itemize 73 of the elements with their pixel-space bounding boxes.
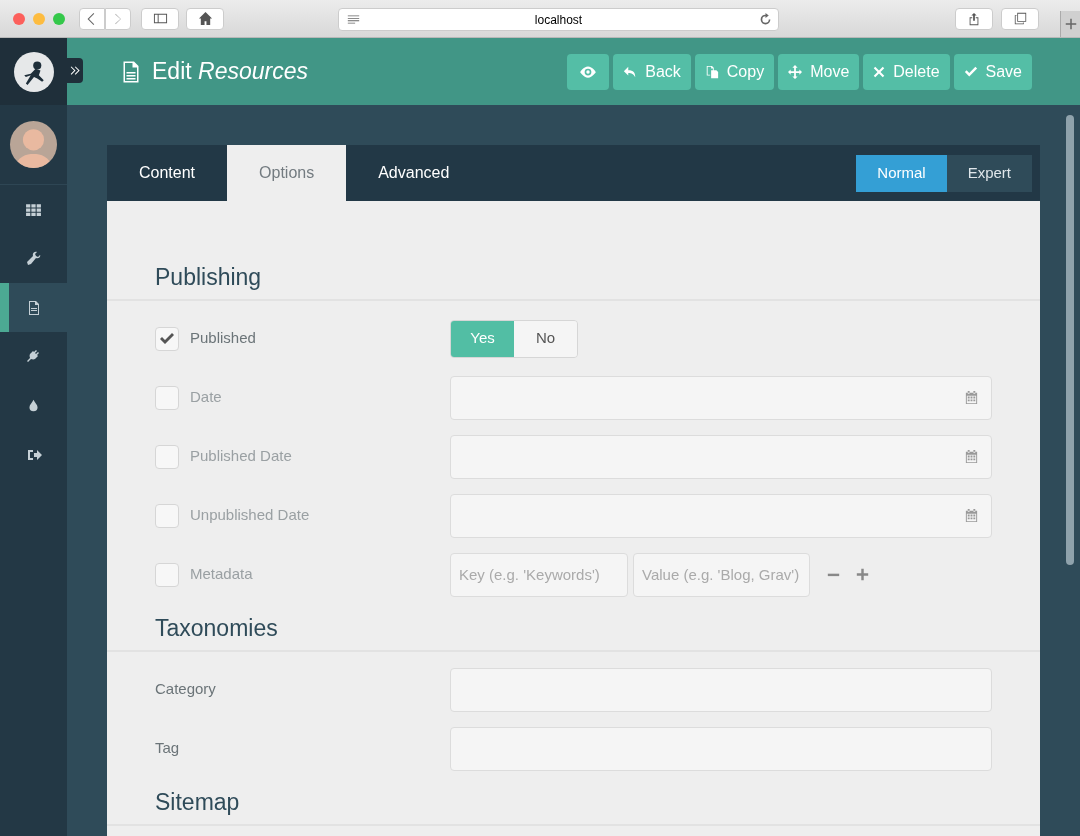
address-bar[interactable]: localhost <box>338 8 779 31</box>
text-field[interactable] <box>450 667 992 712</box>
field-label: Tag <box>155 738 180 759</box>
value-field[interactable]: Value (e.g. 'Blog, Grav') <box>633 552 810 597</box>
calendar-icon <box>964 508 979 523</box>
section-heading: Sitemap <box>107 778 1040 826</box>
expand-sidebar-button[interactable] <box>67 58 83 83</box>
checkmark-icon <box>963 64 978 79</box>
tabs-icon <box>1013 12 1027 25</box>
sidebar-toggle-button[interactable] <box>141 7 179 30</box>
toolbar-button[interactable]: Move <box>778 53 860 90</box>
chevron-right-icon <box>112 12 124 25</box>
checkbox[interactable] <box>155 503 179 528</box>
tab[interactable]: Advanced <box>346 145 482 201</box>
forward-nav-button[interactable] <box>105 7 131 30</box>
calendar-icon <box>964 449 979 464</box>
sidebar-item[interactable] <box>0 283 67 332</box>
close-window-icon[interactable] <box>13 12 25 25</box>
field-label: Category <box>155 679 216 700</box>
home-button[interactable] <box>186 7 224 30</box>
mode-button[interactable]: Normal <box>856 154 947 192</box>
calendar-icon <box>964 390 979 405</box>
toolbar-button[interactable]: Delete <box>863 53 950 90</box>
share-icon <box>967 11 981 26</box>
url-text: localhost <box>534 11 583 29</box>
toolbar-button[interactable]: Copy <box>694 53 775 90</box>
field-label: Unpublished Date <box>190 505 310 526</box>
field-label: Published Date <box>190 446 292 467</box>
section-heading: Publishing <box>107 253 1040 301</box>
toggle-option[interactable]: Yes <box>451 320 514 357</box>
move-icon <box>788 64 803 79</box>
plug-icon <box>25 348 42 365</box>
field-label: Date <box>190 387 222 408</box>
field-label: Published <box>190 328 256 349</box>
home-icon <box>197 11 213 26</box>
toggle-option[interactable]: No <box>514 320 577 357</box>
mode-button[interactable]: Expert <box>946 154 1032 192</box>
double-chevron-icon <box>69 65 81 76</box>
avatar[interactable] <box>10 121 57 168</box>
toolbar-button[interactable]: Back <box>613 53 691 90</box>
preview-button[interactable] <box>567 53 610 90</box>
section-heading: Taxonomies <box>107 604 1040 652</box>
wrench-icon <box>25 250 42 267</box>
checkbox[interactable] <box>155 562 179 587</box>
toolbar-button[interactable]: Save <box>953 53 1032 90</box>
plus-icon <box>1064 18 1077 30</box>
share-button[interactable] <box>955 7 993 30</box>
checkbox[interactable] <box>155 444 179 469</box>
reader-icon <box>347 13 360 26</box>
close-icon <box>873 65 886 78</box>
tab[interactable]: Content <box>107 145 228 201</box>
sidebar-icon <box>152 11 168 26</box>
grid-icon <box>25 201 42 218</box>
checkmark-icon <box>159 330 175 347</box>
new-tab-button[interactable] <box>1060 11 1080 37</box>
tabs-button[interactable] <box>1001 7 1039 30</box>
zoom-window-icon[interactable] <box>53 12 65 25</box>
back-nav-button[interactable] <box>79 7 105 30</box>
reload-icon <box>759 13 772 26</box>
minimize-window-icon[interactable] <box>33 12 45 25</box>
tab[interactable]: Options <box>227 145 347 201</box>
checkbox[interactable] <box>155 385 179 410</box>
date-field[interactable] <box>450 434 992 479</box>
date-field[interactable] <box>450 493 992 538</box>
date-field[interactable] <box>450 375 992 420</box>
text-field[interactable] <box>450 726 992 771</box>
plus-icon <box>856 568 869 581</box>
checkbox[interactable] <box>155 326 179 351</box>
field-label: Metadata <box>190 564 253 585</box>
page-title: Edit Resources <box>152 57 308 87</box>
drop-icon <box>27 399 40 412</box>
key-field[interactable]: Key (e.g. 'Keywords') <box>450 552 628 597</box>
copy-icon <box>704 64 719 79</box>
